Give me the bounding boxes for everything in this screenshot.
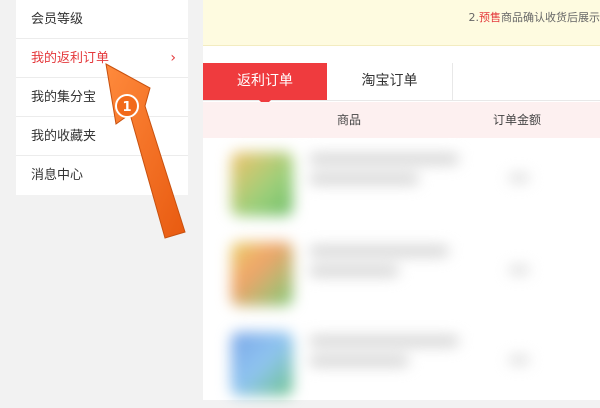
notice-banner: 2.预售商品确认收货后展示 — [203, 0, 600, 46]
sidebar-item-message-center[interactable]: 消息中心 — [16, 156, 188, 195]
order-tabs: 返利订单 淘宝订单 — [203, 63, 600, 106]
tab-taobao-orders[interactable]: 淘宝订单 — [327, 63, 453, 100]
notice-text: 商品确认收货后展示 — [501, 11, 600, 24]
order-list — [203, 138, 600, 400]
sidebar-item-label: 会员等级 — [31, 12, 84, 27]
tab-rebate-orders[interactable]: 返利订单 — [203, 63, 327, 100]
blurred-text — [509, 174, 529, 182]
main-panel: 2.预售商品确认收货后展示 返利订单 淘宝订单 商品 订单金额 — [203, 0, 600, 400]
blurred-text — [309, 266, 399, 276]
notice-highlight: 预售 — [479, 11, 501, 24]
sidebar-item-label: 我的收藏夹 — [31, 129, 97, 144]
sidebar-item-my-rebate-orders[interactable]: 我的返利订单 › — [16, 39, 188, 78]
sidebar-item-my-favorites[interactable]: 我的收藏夹 — [16, 117, 188, 156]
product-thumbnail — [231, 332, 293, 396]
notice-prefix: 2. — [468, 11, 480, 24]
blurred-text — [309, 356, 409, 366]
blurred-order-row — [219, 324, 589, 408]
sidebar-item-label: 我的返利订单 — [31, 51, 110, 66]
sidebar-item-label: 我的集分宝 — [31, 90, 97, 105]
table-header: 商品 订单金额 — [203, 102, 600, 138]
sidebar-item-member-level[interactable]: 会员等级 — [16, 0, 188, 39]
blurred-text — [309, 336, 459, 346]
blurred-text — [509, 356, 529, 364]
column-header-order-amount: 订单金额 — [493, 113, 542, 127]
chevron-right-icon: › — [170, 50, 176, 66]
blurred-text — [309, 174, 419, 184]
sidebar: 会员等级 我的返利订单 › 我的集分宝 我的收藏夹 消息中心 — [16, 0, 188, 195]
blurred-order-row — [219, 234, 589, 318]
product-thumbnail — [231, 152, 293, 216]
product-thumbnail — [231, 242, 293, 306]
column-header-product: 商品 — [337, 113, 362, 127]
blurred-text — [309, 154, 459, 164]
sidebar-item-label: 消息中心 — [31, 168, 84, 183]
blurred-text — [309, 246, 449, 256]
blurred-text — [509, 266, 529, 274]
blurred-order-row — [219, 144, 589, 228]
sidebar-item-my-jifenbao[interactable]: 我的集分宝 — [16, 78, 188, 117]
